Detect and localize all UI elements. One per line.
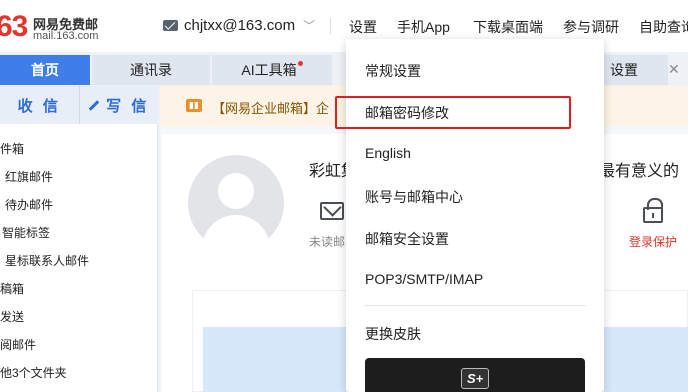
tab-home-label: 首页 — [31, 62, 59, 78]
receive-button[interactable]: 收 信 — [0, 86, 79, 124]
nav-self-service[interactable]: 自助查询 — [639, 17, 688, 37]
notice-icon: ▮▮ — [186, 99, 202, 112]
pen-icon — [88, 99, 100, 111]
logo-number[interactable]: 63 — [0, 10, 28, 44]
greeting-text-end: 最有意义的 — [599, 163, 680, 180]
mail-app: 63 网易免费邮 mail.163.com chjtxx@163.com ﹀ 设… — [0, 0, 688, 392]
tab-contacts[interactable]: 通讯录 — [92, 55, 210, 85]
avatar-icon[interactable] — [188, 155, 284, 251]
tab-ai-toolbox-label: AI工具箱 — [241, 62, 297, 78]
menu-change-skin[interactable]: 更换皮肤 — [365, 324, 421, 344]
folder-drafts[interactable]: 稿箱 — [0, 280, 24, 297]
folder-inbox[interactable]: 件箱 — [0, 140, 24, 157]
lock-icon[interactable] — [643, 198, 663, 223]
menu-pop3-smtp-imap[interactable]: POP3/SMTP/IMAP — [365, 271, 483, 287]
folder-red-flag[interactable]: 红旗邮件 — [5, 168, 53, 185]
folder-other[interactable]: 他3个文件夹 — [0, 364, 67, 381]
tab-ai-toolbox[interactable]: AI工具箱 — [212, 55, 332, 85]
new-dot — [297, 61, 303, 66]
divider — [330, 18, 331, 34]
chevron-down-icon: ﹀ — [303, 19, 316, 33]
nav-download-desktop[interactable]: 下载桌面端 — [473, 17, 543, 37]
notice-text: 【网易企业邮箱】企 — [212, 101, 330, 116]
sidebar: 收 信 写 信 件箱 红旗邮件 待办邮件 智能标签 星标联系人邮件 稿箱 发送 … — [0, 86, 158, 392]
tab-home[interactable]: 首页 — [0, 55, 90, 85]
settings-dropdown: 常规设置 邮箱密码修改 English 账号与邮箱中心 邮箱安全设置 POP3/… — [346, 39, 604, 392]
nav-settings[interactable]: 设置 — [349, 17, 377, 37]
close-icon[interactable]: ✕ — [668, 61, 680, 78]
logo-domain: mail.163.com — [33, 30, 99, 42]
envelope-icon[interactable] — [320, 202, 344, 220]
folder-sent[interactable]: 发送 — [0, 308, 24, 325]
sidebar-actions: 收 信 写 信 — [0, 86, 158, 124]
account-switcher[interactable]: chjtxx@163.com ﹀ — [163, 17, 315, 34]
account-email: chjtxx@163.com — [184, 17, 296, 34]
skin-preview[interactable]: S+ — [365, 358, 585, 392]
nav-mobile-app[interactable]: 手机App — [397, 17, 450, 37]
nav-survey[interactable]: 参与调研 — [563, 17, 619, 37]
compose-label: 写 信 — [106, 97, 150, 115]
skin-badge: S+ — [461, 368, 490, 389]
tab-settings-label: 设置 — [610, 62, 638, 78]
tab-contacts-label: 通讯录 — [130, 62, 172, 78]
menu-security-settings[interactable]: 邮箱安全设置 — [365, 229, 449, 249]
compose-button[interactable]: 写 信 — [78, 86, 159, 124]
mail-icon — [163, 20, 178, 31]
menu-general-settings[interactable]: 常规设置 — [365, 61, 421, 81]
menu-divider — [364, 305, 586, 306]
menu-account-center[interactable]: 账号与邮箱中心 — [365, 187, 463, 207]
folder-subscriptions[interactable]: 阅邮件 — [0, 336, 36, 353]
unread-label[interactable]: 未读邮 — [309, 233, 345, 250]
highlight-box — [335, 96, 571, 129]
login-protect-label[interactable]: 登录保护 — [629, 233, 677, 250]
folder-smart-tags[interactable]: 智能标签 — [2, 224, 50, 241]
folder-todo[interactable]: 待办邮件 — [5, 196, 53, 213]
folder-starred-contacts[interactable]: 星标联系人邮件 — [5, 252, 89, 269]
menu-english[interactable]: English — [365, 145, 411, 161]
